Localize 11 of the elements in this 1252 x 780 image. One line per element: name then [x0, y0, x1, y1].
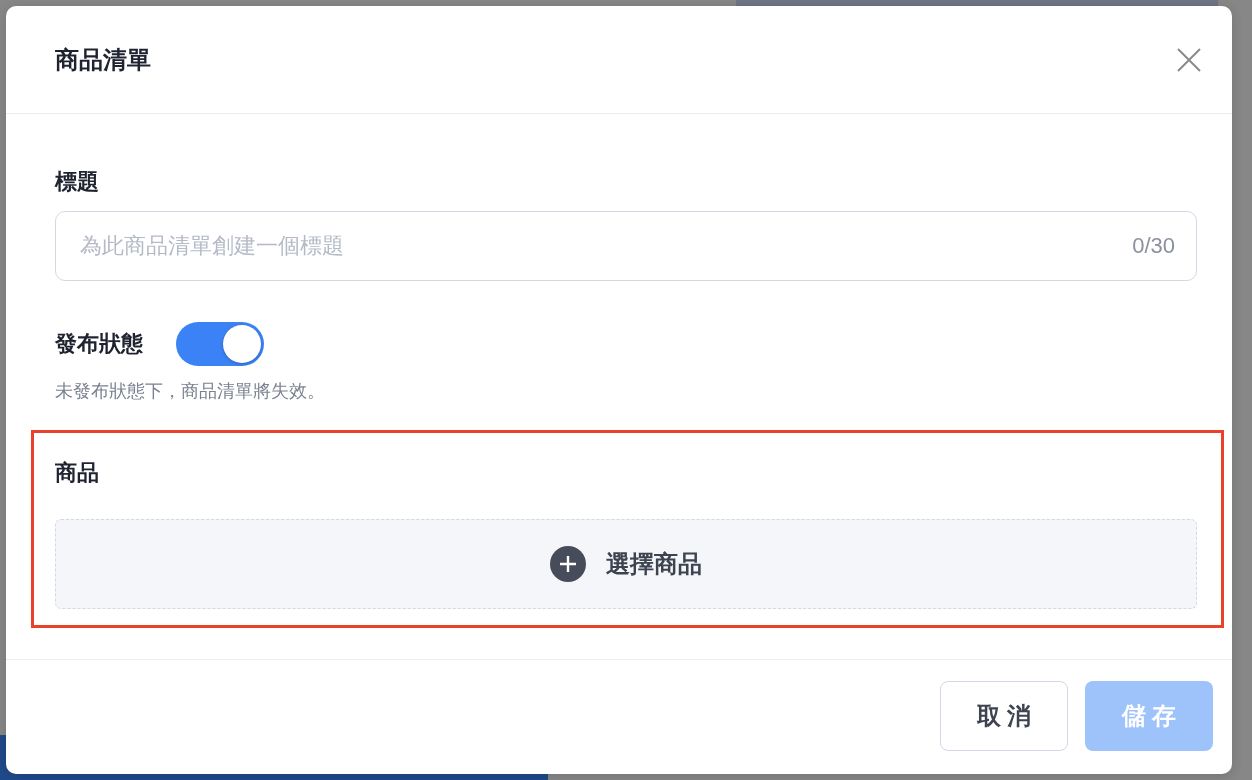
plus-icon	[550, 546, 586, 582]
field-label: 商品	[55, 459, 99, 487]
help-text: 未發布狀態下，商品清單將失效。	[55, 380, 325, 403]
select-products-button[interactable]: 選擇商品	[55, 519, 1197, 609]
dialog-title: 商品清單	[55, 44, 151, 75]
field-label: 發布狀態	[55, 330, 143, 358]
character-counter: 0/30	[1132, 232, 1175, 260]
cancel-button[interactable]: 取 消	[940, 681, 1068, 751]
close-icon[interactable]	[1177, 47, 1201, 72]
publish-toggle[interactable]	[176, 322, 264, 366]
field-label: 標題	[55, 168, 99, 196]
